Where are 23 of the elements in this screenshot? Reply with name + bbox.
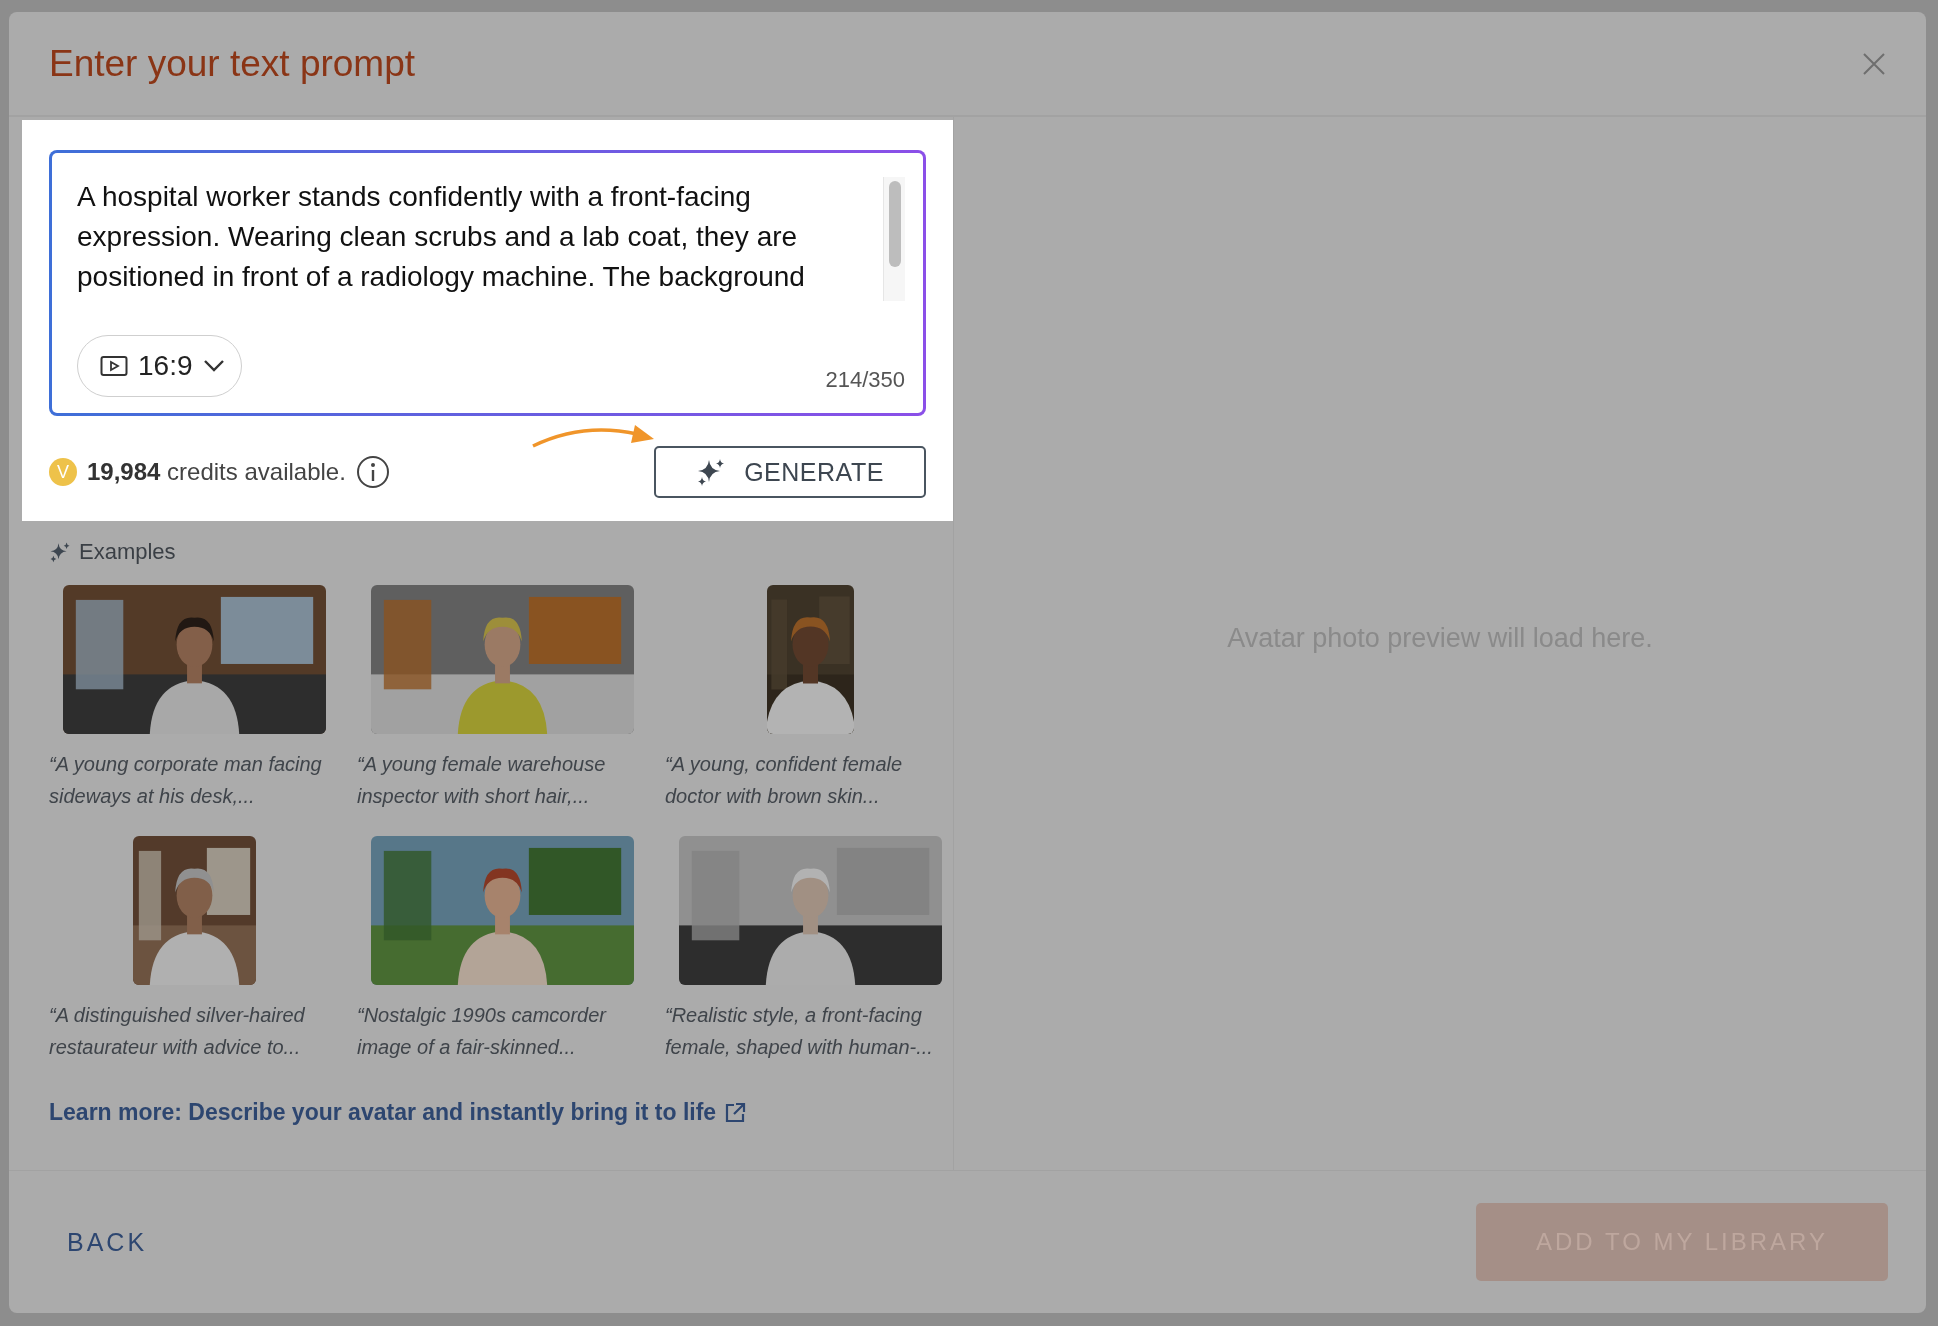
prompt-input[interactable]: A hospital worker stands confidently with a front-facing expression. Wearing clean scrubs and a lab coat, they are positioned in front of a radiology machine. The background (77, 177, 875, 301)
example-caption: “A young female warehouse inspector with short hair,... (357, 752, 607, 809)
examples-heading: Examples (79, 539, 176, 565)
example-caption: “A distinguished silver-haired restaurateur with advice to... (49, 1003, 306, 1060)
coin-icon: V (49, 458, 77, 486)
learn-more-link[interactable]: Learn more: Describe your avatar and instantly bring it to life (49, 1099, 953, 1126)
dialog-title: Enter your text prompt (49, 42, 416, 85)
character-count: 214/350 (825, 367, 905, 394)
video-icon (100, 355, 128, 377)
chevron-down-icon (202, 359, 225, 373)
arrow-icon (531, 424, 655, 450)
sparkle-icon (49, 541, 71, 563)
example-caption: “Realistic style, a front-facing female, shaped with human-... (665, 1003, 934, 1060)
example-caption: “Nostalgic 1990s camcorder image of a fair-skinned... (357, 1003, 608, 1060)
external-link-icon (724, 1101, 747, 1124)
scrollbar[interactable] (883, 177, 905, 301)
example-caption: “A young corporate man facing sideways at his desk,... (49, 752, 323, 809)
aspect-ratio-dropdown[interactable]: 16:9 (77, 335, 242, 397)
info-icon[interactable] (355, 455, 390, 489)
generate-button[interactable]: GENERATE (654, 446, 926, 498)
example-caption: “A young, confident female doctor with brown skin... (665, 752, 904, 809)
credits-text: 19,984 credits available. (87, 458, 346, 486)
back-button[interactable]: BACK (49, 1215, 166, 1269)
